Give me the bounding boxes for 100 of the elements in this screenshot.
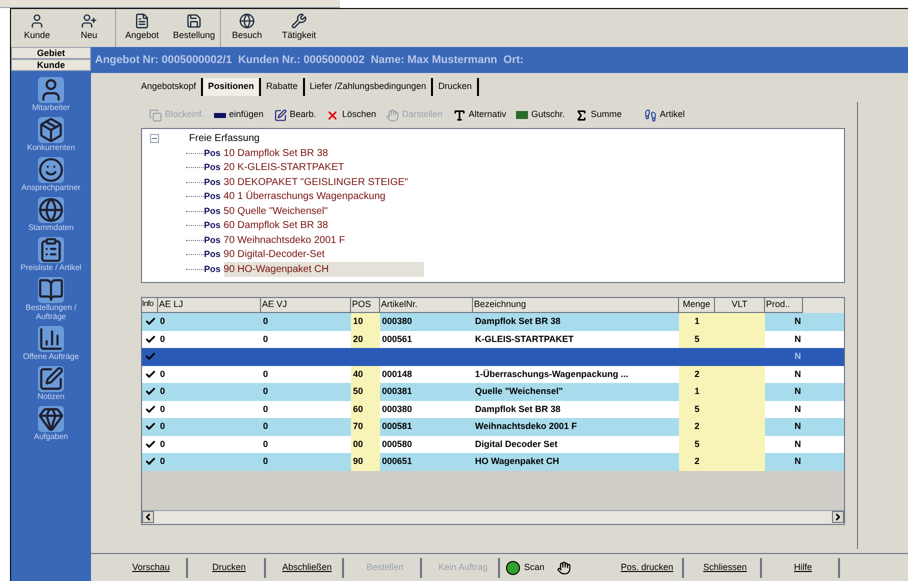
- tree-item[interactable]: 10 Dampflok Set BR 38: [224, 146, 328, 161]
- table-row[interactable]: 0 0 40 000148 1-Überraschungs-Wagenpackung ... 2 N: [142, 366, 844, 383]
- table-row[interactable]: 0 0 50 000381 Quelle "Weichensel" 1 N: [142, 383, 844, 400]
- sidebar-item[interactable]: Notizen: [12, 366, 90, 401]
- table-cell-text: 000148: [381, 368, 414, 380]
- chart-icon: [38, 326, 64, 352]
- tool-icon: [291, 13, 307, 30]
- table-cell: 60: [351, 400, 380, 418]
- horizontal-scrollbar[interactable]: [142, 510, 844, 524]
- tree-item[interactable]: 30 DEKOPAKET "GEISLINGER STEIGE": [224, 174, 408, 190]
- tab[interactable]: Drucken: [433, 78, 479, 96]
- sidebar-item[interactable]: Konkurrenten: [12, 117, 90, 152]
- toolbar-button[interactable]: einfügen: [214, 108, 264, 122]
- tab[interactable]: Liefer /Zahlungsbedingungen: [304, 78, 434, 96]
- toolbar-button[interactable]: Neu: [63, 9, 115, 47]
- tree-tag: Pos: [204, 161, 221, 174]
- tree-item[interactable]: 60 Dampflok Set BR 38: [224, 218, 328, 234]
- tree-item[interactable]: 90 Digital-Decoder-Set: [224, 247, 325, 262]
- tree-tag: Pos: [204, 204, 221, 218]
- table-cell-text: 000651: [381, 455, 414, 468]
- side-tab[interactable]: Gebiet: [11, 47, 91, 59]
- toolbar-button[interactable]: Artikel: [644, 108, 685, 122]
- table-cell: 20: [351, 330, 380, 348]
- globe-icon: [38, 197, 64, 223]
- sum-icon: [574, 108, 588, 122]
- tree-tag: Pos: [204, 146, 221, 160]
- sidebar-item[interactable]: Preisliste / Artikel: [12, 237, 90, 272]
- copy-icon: [149, 108, 162, 122]
- header-bar: Angebot Nr: 0005000002/1 Kunden Nr.: 0005000002 Name: Max Mustermann Ort:: [91, 47, 908, 73]
- toolbar-button[interactable]: Gutschr.: [516, 108, 565, 122]
- table-cell-text: 1-Überraschungs-Wagenpackung ...: [474, 368, 630, 381]
- table-cell-text: K-GLEIS-STARTPAKET: [474, 332, 575, 346]
- toolbar-button[interactable]: Angebot: [116, 9, 168, 47]
- table-cell-text: N: [794, 385, 802, 398]
- tab[interactable]: Rabatte: [261, 78, 305, 96]
- tree-item[interactable]: 50 Quelle "Weichensel": [224, 204, 328, 219]
- scan-button[interactable]: Scan: [524, 560, 545, 574]
- tab[interactable]: Positionen: [203, 78, 262, 96]
- table-cell: 1: [679, 383, 715, 400]
- gem-icon: [38, 406, 64, 432]
- table-row[interactable]: N: [142, 348, 844, 366]
- table-cell: 2: [679, 366, 715, 383]
- list-icon: [38, 237, 64, 263]
- table-cell: 40: [351, 366, 380, 383]
- table-cell-text: N: [794, 420, 802, 433]
- table-cell: 5: [679, 400, 715, 418]
- person-icon: [29, 13, 45, 30]
- sidebar-item[interactable]: Mitarbeiter: [12, 77, 90, 112]
- table-row[interactable]: 0 0 70 000581 Weihnachtsdeko 2001 F 2 N: [142, 418, 844, 436]
- sidebar-item[interactable]: Aufgaben: [12, 406, 90, 441]
- table-cell-text: N: [794, 350, 802, 363]
- tree-item[interactable]: 40 1 Überraschungs Wagenpackung: [224, 189, 386, 204]
- table-cell-text: 0: [159, 315, 166, 328]
- table-row[interactable]: 0 0 60 000380 Dampflok Set BR 38 5 N: [142, 400, 844, 418]
- table-cell-text: HO Wagenpaket CH: [474, 455, 560, 468]
- toolbar-button[interactable]: Alternativ: [452, 108, 506, 122]
- table-row[interactable]: 0 0 00 000580 Digital Decoder Set 5 N: [142, 436, 844, 453]
- tree-item[interactable]: 70 Weihnachtsdeko 2001 F: [224, 232, 346, 248]
- tag-icon: [516, 111, 528, 119]
- side-tab[interactable]: Kunde: [11, 59, 91, 71]
- scroll-left-icon[interactable]: [142, 511, 154, 523]
- table-cell-text: 000381: [381, 385, 414, 398]
- table-row[interactable]: 0 0 20 000561 K-GLEIS-STARTPAKET 5 N: [142, 330, 844, 348]
- scroll-right-icon[interactable]: [832, 511, 844, 523]
- table-cell-text: 0: [262, 332, 270, 346]
- table-cell-text: 0: [159, 385, 166, 398]
- table-cell-text: 0: [262, 402, 270, 416]
- sidebar-item[interactable]: Offene Aufträge: [12, 326, 90, 361]
- toolbar-button[interactable]: Löschen: [326, 108, 376, 122]
- toolbar-button[interactable]: Kunde: [11, 9, 63, 47]
- table-cell: 90: [351, 453, 380, 470]
- sidebar-item[interactable]: Bestellungen / Aufträge: [12, 277, 90, 321]
- toolbar-button[interactable]: Summe: [574, 108, 622, 122]
- tree-item[interactable]: Freie Erfassung: [189, 131, 260, 146]
- toolbar-button[interactable]: Bestellung: [168, 9, 220, 47]
- table-cell-text: N: [794, 455, 802, 468]
- table-cell-text: 0: [159, 438, 166, 450]
- sidebar-item[interactable]: Stammdaten: [12, 197, 90, 232]
- tree-tag: Pos: [204, 234, 221, 247]
- table-cell: 2: [679, 453, 715, 470]
- table-cell-text: 0: [262, 315, 270, 328]
- sidebar-item[interactable]: Ansprechpartner: [12, 157, 90, 192]
- books-icon: [38, 277, 64, 303]
- tree-tag: Pos: [204, 176, 221, 189]
- toolbar-button[interactable]: Tätigkeit: [273, 9, 325, 47]
- tree-tag: Pos: [204, 248, 221, 262]
- tree-item[interactable]: 20 K-GLEIS-STARTPAKET: [224, 160, 344, 176]
- table-cell-text: 0: [262, 438, 270, 450]
- table-cell-text: 0: [159, 402, 166, 416]
- table-cell-text: N: [794, 402, 802, 416]
- toolbar-button[interactable]: Besuch: [221, 9, 273, 47]
- table-cell-text: Quelle "Weichensel": [474, 385, 564, 398]
- toolbar-button[interactable]: Bearb.: [274, 108, 316, 122]
- table-cell-text: 0: [159, 420, 166, 433]
- tree-item[interactable]: 90 HO-Wagenpaket CH: [224, 262, 424, 277]
- collapse-icon[interactable]: [150, 134, 159, 143]
- tree-tag: Pos: [204, 190, 221, 204]
- table-cell-text: 000380: [381, 402, 414, 416]
- table-row[interactable]: 0 0 10 000380 Dampflok Set BR 38 1 N: [142, 313, 844, 330]
- table-row[interactable]: 0 0 90 000651 HO Wagenpaket CH 2 N: [142, 453, 844, 470]
